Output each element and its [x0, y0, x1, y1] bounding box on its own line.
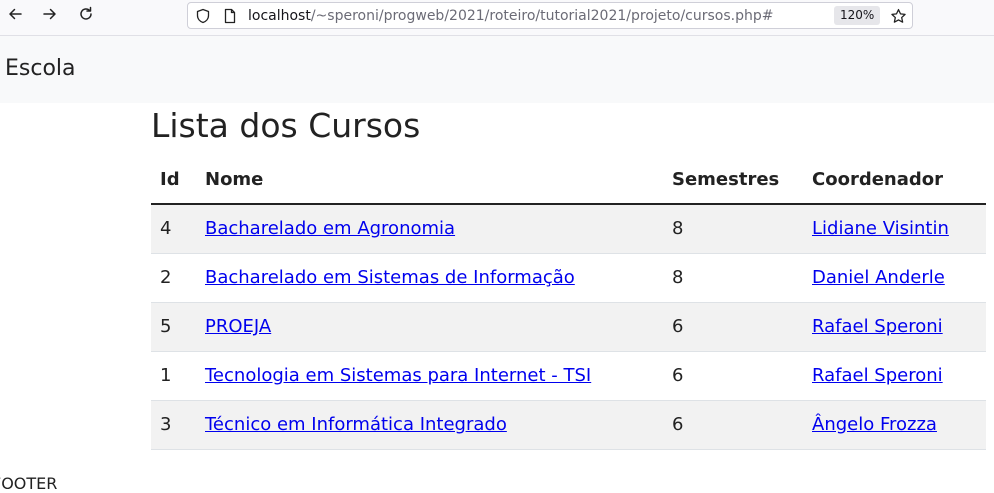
cell-coordinator: Daniel Anderle: [803, 253, 986, 303]
reload-icon: [78, 6, 94, 26]
header-id: Id: [151, 155, 196, 205]
zoom-level-badge[interactable]: 120%: [834, 6, 881, 25]
course-link[interactable]: Técnico em Informática Integrado: [205, 414, 507, 435]
cell-name: Bacharelado em Agronomia: [196, 204, 663, 254]
coordinator-link[interactable]: Rafael Speroni: [812, 316, 943, 337]
cell-id: 1: [151, 351, 196, 401]
table-row: 2 Bacharelado em Sistemas de Informação …: [151, 253, 986, 303]
cell-coordinator: Lidiane Visintin: [803, 204, 986, 254]
cell-id: 4: [151, 204, 196, 254]
browser-toolbar: localhost/~speroni/progweb/2021/roteiro/…: [0, 0, 994, 36]
table-row: 1 Tecnologia em Sistemas para Internet -…: [151, 351, 986, 401]
cell-name: Bacharelado em Sistemas de Informação: [196, 253, 663, 303]
header-name: Nome: [196, 155, 663, 205]
cell-semesters: 8: [663, 253, 803, 303]
page-title: Lista dos Cursos: [151, 106, 421, 145]
cell-coordinator: Rafael Speroni: [803, 302, 986, 352]
forward-button[interactable]: [38, 5, 62, 27]
cell-name: PROEJA: [196, 302, 663, 352]
site-navbar: Escola: [0, 36, 994, 103]
url-path: /~speroni/progweb/2021/roteiro/tutorial2…: [310, 8, 774, 24]
cell-id: 3: [151, 400, 196, 450]
cell-semesters: 6: [663, 400, 803, 450]
cell-id: 5: [151, 302, 196, 352]
url-text[interactable]: localhost/~speroni/progweb/2021/roteiro/…: [248, 7, 773, 25]
table-row: 3 Técnico em Informática Integrado 6 Âng…: [151, 400, 986, 450]
cell-semesters: 8: [663, 204, 803, 254]
course-link[interactable]: Bacharelado em Sistemas de Informação: [205, 267, 575, 288]
cell-coordinator: Ângelo Frozza: [803, 400, 986, 450]
address-bar[interactable]: localhost/~speroni/progweb/2021/roteiro/…: [187, 2, 913, 29]
course-link[interactable]: PROEJA: [205, 316, 271, 337]
coordinator-link[interactable]: Daniel Anderle: [812, 267, 945, 288]
cell-semesters: 6: [663, 302, 803, 352]
star-icon[interactable]: [888, 6, 908, 26]
table-header-row: Id Nome Semestres Coordenador: [151, 155, 986, 205]
coordinator-link[interactable]: Lidiane Visintin: [812, 218, 949, 239]
course-link[interactable]: Tecnologia em Sistemas para Internet - T…: [205, 365, 591, 386]
header-semesters: Semestres: [663, 155, 803, 205]
reload-button[interactable]: [74, 5, 98, 27]
table-row: 5 PROEJA 6 Rafael Speroni: [151, 302, 986, 352]
header-coordinator: Coordenador: [803, 155, 986, 205]
page-icon[interactable]: [221, 7, 239, 25]
course-link[interactable]: Bacharelado em Agronomia: [205, 218, 455, 239]
arrow-right-icon: [42, 6, 58, 26]
shield-icon[interactable]: [194, 7, 212, 25]
cell-semesters: 6: [663, 351, 803, 401]
courses-table: Id Nome Semestres Coordenador 4 Bacharel…: [151, 155, 986, 450]
back-button[interactable]: [3, 5, 27, 27]
coordinator-link[interactable]: Rafael Speroni: [812, 365, 943, 386]
cell-name: Tecnologia em Sistemas para Internet - T…: [196, 351, 663, 401]
cell-name: Técnico em Informática Integrado: [196, 400, 663, 450]
coordinator-link[interactable]: Ângelo Frozza: [812, 414, 937, 435]
url-host: localhost: [248, 8, 311, 24]
arrow-left-icon: [7, 6, 23, 26]
navbar-brand[interactable]: Escola: [5, 56, 76, 81]
table-row: 4 Bacharelado em Agronomia 8 Lidiane Vis…: [151, 204, 986, 254]
cell-coordinator: Rafael Speroni: [803, 351, 986, 401]
cell-id: 2: [151, 253, 196, 303]
